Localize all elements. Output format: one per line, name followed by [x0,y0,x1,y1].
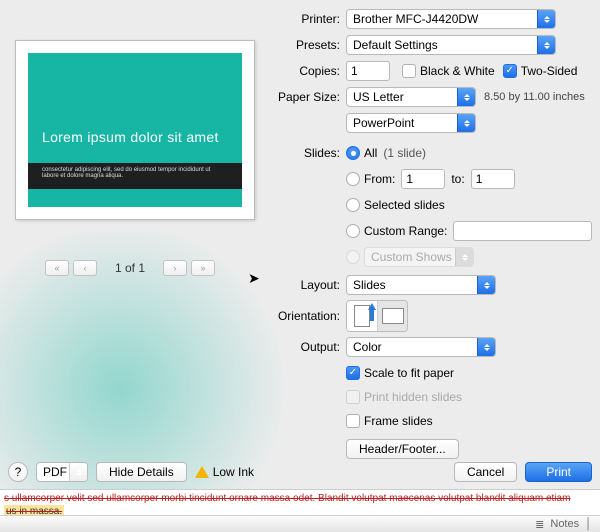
dialog-footer: ? PDF Hide Details Low Ink Cancel Print [0,456,600,488]
doc-line-1: s ullamcorper velit sed ullamcorper morb… [4,492,596,505]
papersize-value: US Letter [353,90,404,104]
radio-icon [346,146,360,160]
slides-to-input[interactable]: 1 [471,169,515,189]
output-value: Color [353,340,382,354]
speech-notch-icon [64,155,76,163]
checkbox-icon: ✓ [346,366,360,380]
bw-label: Black & White [420,64,495,78]
printer-select[interactable]: Brother MFC-J4420DW [346,9,556,29]
presets-select[interactable]: Default Settings [346,35,556,55]
orientation-toggle [346,300,408,332]
status-bar: ≣ Notes │ [0,515,600,532]
orientation-landscape[interactable] [377,301,407,331]
chevron-updown-icon [477,276,495,294]
preview-slide: Lorem ipsum dolor sit amet consectetur a… [28,53,242,207]
orientation-label: Orientation: [270,309,340,323]
chevron-updown-icon [537,10,555,28]
low-ink-label: Low Ink [213,465,254,479]
layout-label: Layout: [270,278,340,292]
notes-label[interactable]: Notes [550,518,579,530]
checkbox-icon: ✓ [503,64,517,78]
pager-next-button[interactable]: › [163,260,187,276]
output-label: Output: [270,340,340,354]
hidden-checkbox: Print hidden slides [346,390,462,404]
checkbox-icon [402,64,416,78]
pdf-label: PDF [43,465,67,479]
hide-details-button[interactable]: Hide Details [96,462,187,482]
cancel-button[interactable]: Cancel [454,462,517,482]
arrow-up-icon [368,303,376,310]
chevron-updown-icon [457,114,475,132]
slides-to-label: to: [451,172,464,186]
radio-icon [346,198,360,212]
slides-from-label: From: [364,172,395,186]
print-button[interactable]: Print [525,462,592,482]
print-preview: Lorem ipsum dolor sit amet consectetur a… [15,40,255,220]
slides-all-radio[interactable]: All [346,146,377,160]
slides-selected-radio[interactable]: Selected slides [346,198,445,212]
slides-from-input[interactable]: 1 [401,169,445,189]
chevron-updown-icon [477,338,495,356]
preview-pager: « ‹ 1 of 1 › » [45,260,215,276]
papersize-dims: 8.50 by 11.00 inches [484,91,585,103]
low-ink-status: Low Ink [195,465,254,479]
slides-selected-label: Selected slides [364,198,445,212]
pager-first-button[interactable]: « [45,260,69,276]
slides-customrange-label: Custom Range: [364,224,447,238]
custom-range-input[interactable] [453,221,592,241]
chevron-down-icon [69,463,87,481]
presets-label: Presets: [270,38,340,52]
bw-checkbox[interactable]: Black & White [402,64,495,78]
checkbox-icon [346,390,360,404]
slides-from-radio[interactable]: From: [346,172,395,186]
slides-all-count: (1 slide) [383,146,426,160]
checkbox-icon [346,414,360,428]
scale-checkbox[interactable]: ✓ Scale to fit paper [346,366,454,380]
chevron-updown-icon [455,248,473,266]
presets-value: Default Settings [353,38,438,52]
slides-customshows-radio [346,250,360,264]
custom-shows-value: Custom Shows [371,250,452,264]
copies-label: Copies: [270,64,340,78]
radio-icon [346,250,360,264]
twosided-label: Two-Sided [521,64,578,78]
radio-icon [346,172,360,186]
app-value: PowerPoint [353,116,414,130]
chevron-updown-icon [537,36,555,54]
layout-select[interactable]: Slides [346,275,496,295]
frame-checkbox[interactable]: Frame slides [346,414,433,428]
slide-title: Lorem ipsum dolor sit amet [42,129,219,145]
layout-value: Slides [353,278,386,292]
frame-label: Frame slides [364,414,433,428]
printer-label: Printer: [270,12,340,26]
page-landscape-icon [382,308,404,324]
notes-icon[interactable]: ≣ [535,518,544,531]
help-button[interactable]: ? [8,462,28,482]
pager-prev-button[interactable]: ‹ [73,260,97,276]
slides-customrange-radio[interactable]: Custom Range: [346,224,447,238]
print-dialog: Printer: Brother MFC-J4420DW Presets: De… [0,0,600,494]
slides-all-label: All [364,146,377,160]
slides-label: Slides: [270,146,340,160]
radio-icon [346,224,360,238]
pager-last-button[interactable]: » [191,260,215,276]
chevron-updown-icon [457,88,475,106]
papersize-select[interactable]: US Letter [346,87,476,107]
scale-label: Scale to fit paper [364,366,454,380]
pager-count: 1 of 1 [115,261,145,275]
app-select[interactable]: PowerPoint [346,113,476,133]
printer-value: Brother MFC-J4420DW [353,12,478,26]
copies-input[interactable]: 1 [346,61,390,81]
divider-icon: │ [585,518,592,530]
pdf-menu[interactable]: PDF [36,462,88,482]
hidden-label: Print hidden slides [364,390,462,404]
output-select[interactable]: Color [346,337,496,357]
custom-shows-select: Custom Shows [364,247,474,267]
twosided-checkbox[interactable]: ✓ Two-Sided [503,64,578,78]
settings-panel: Printer: Brother MFC-J4420DW Presets: De… [270,4,592,464]
warning-icon [195,466,209,478]
slide-subtitle: consectetur adipiscing elit, sed do eius… [28,163,242,189]
cursor-icon: ➤ [248,270,260,287]
papersize-label: Paper Size: [270,90,340,104]
